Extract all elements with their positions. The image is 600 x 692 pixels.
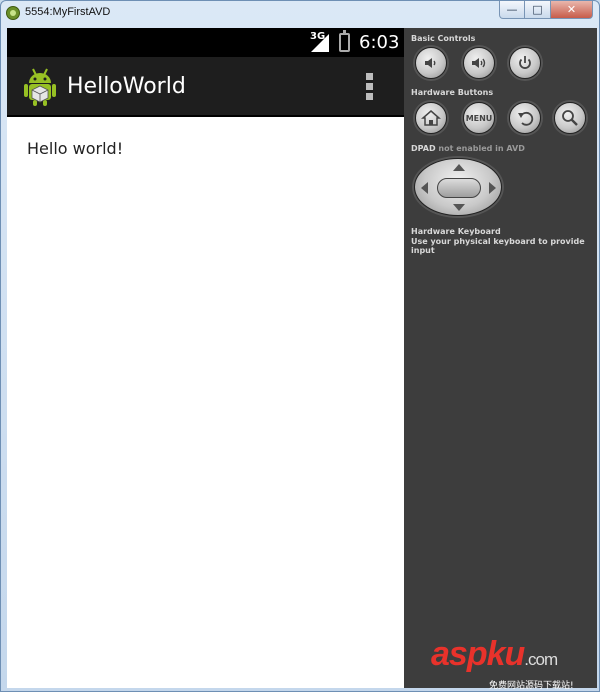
watermark: aspku.com 免费网站源码下载站! bbox=[431, 637, 574, 691]
dpad-up-icon[interactable] bbox=[453, 164, 465, 171]
dpad-down-icon[interactable] bbox=[453, 204, 465, 211]
signal-icon bbox=[311, 34, 329, 52]
power-icon bbox=[519, 56, 531, 69]
watermark-logo-text: aspku bbox=[431, 635, 525, 673]
dpad-note: not enabled in AVD bbox=[438, 144, 525, 153]
status-bar: 3G 6:03 bbox=[7, 28, 404, 57]
back-button[interactable] bbox=[509, 102, 541, 134]
dpad-title: DPAD bbox=[411, 144, 436, 153]
dpad-center-button[interactable] bbox=[437, 178, 481, 198]
back-icon bbox=[518, 111, 534, 126]
menu-button-label: MENU bbox=[465, 113, 493, 123]
volume-down-button[interactable] bbox=[415, 47, 447, 79]
dpad-left-icon[interactable] bbox=[421, 182, 428, 194]
device-screen[interactable]: 3G 6:03 HelloWorld Hello world! bbox=[7, 28, 404, 688]
emulator-app-icon bbox=[6, 6, 20, 20]
watermark-tagline: 免费网站源码下载站! bbox=[489, 681, 574, 691]
power-button[interactable] bbox=[509, 47, 541, 79]
action-bar: HelloWorld bbox=[7, 57, 404, 117]
home-button[interactable] bbox=[415, 102, 447, 134]
volume-up-button[interactable] bbox=[463, 47, 495, 79]
watermark-domain: .com bbox=[524, 650, 558, 669]
emulator-control-panel: Basic Controls Hardware Buttons MENU DPA… bbox=[404, 28, 597, 688]
basic-controls-label: Basic Controls bbox=[411, 34, 476, 43]
search-button[interactable] bbox=[554, 102, 586, 134]
hardware-keyboard-label: Hardware Keyboard bbox=[411, 227, 501, 236]
hello-text: Hello world! bbox=[27, 139, 124, 158]
window-titlebar[interactable]: 5554:MyFirstAVD — □ ✕ bbox=[1, 1, 599, 25]
close-button[interactable]: ✕ bbox=[551, 1, 593, 19]
search-icon bbox=[562, 110, 578, 126]
menu-button[interactable]: MENU bbox=[463, 102, 495, 134]
app-title: HelloWorld bbox=[67, 74, 186, 99]
overflow-menu-icon[interactable] bbox=[363, 73, 375, 101]
dpad-label: DPAD not enabled in AVD bbox=[411, 144, 525, 153]
minimize-button[interactable]: — bbox=[499, 1, 525, 19]
android-icon bbox=[24, 68, 56, 106]
emulator-window: 5554:MyFirstAVD — □ ✕ 3G 6:03 HelloWorld… bbox=[0, 0, 600, 692]
hardware-buttons-label: Hardware Buttons bbox=[411, 88, 494, 97]
window-controls: — □ ✕ bbox=[499, 1, 593, 19]
dpad-control[interactable] bbox=[414, 158, 502, 216]
watermark-logo: aspku.com bbox=[431, 637, 574, 677]
volume-down-icon bbox=[425, 58, 436, 68]
maximize-button[interactable]: □ bbox=[525, 1, 551, 19]
battery-icon bbox=[339, 30, 350, 52]
window-title: 5554:MyFirstAVD bbox=[25, 6, 111, 18]
volume-up-icon bbox=[472, 58, 486, 68]
home-icon bbox=[421, 110, 441, 126]
dpad-right-icon[interactable] bbox=[489, 182, 496, 194]
status-time: 6:03 bbox=[359, 32, 400, 53]
hardware-keyboard-note: Use your physical keyboard to provide in… bbox=[411, 237, 585, 255]
